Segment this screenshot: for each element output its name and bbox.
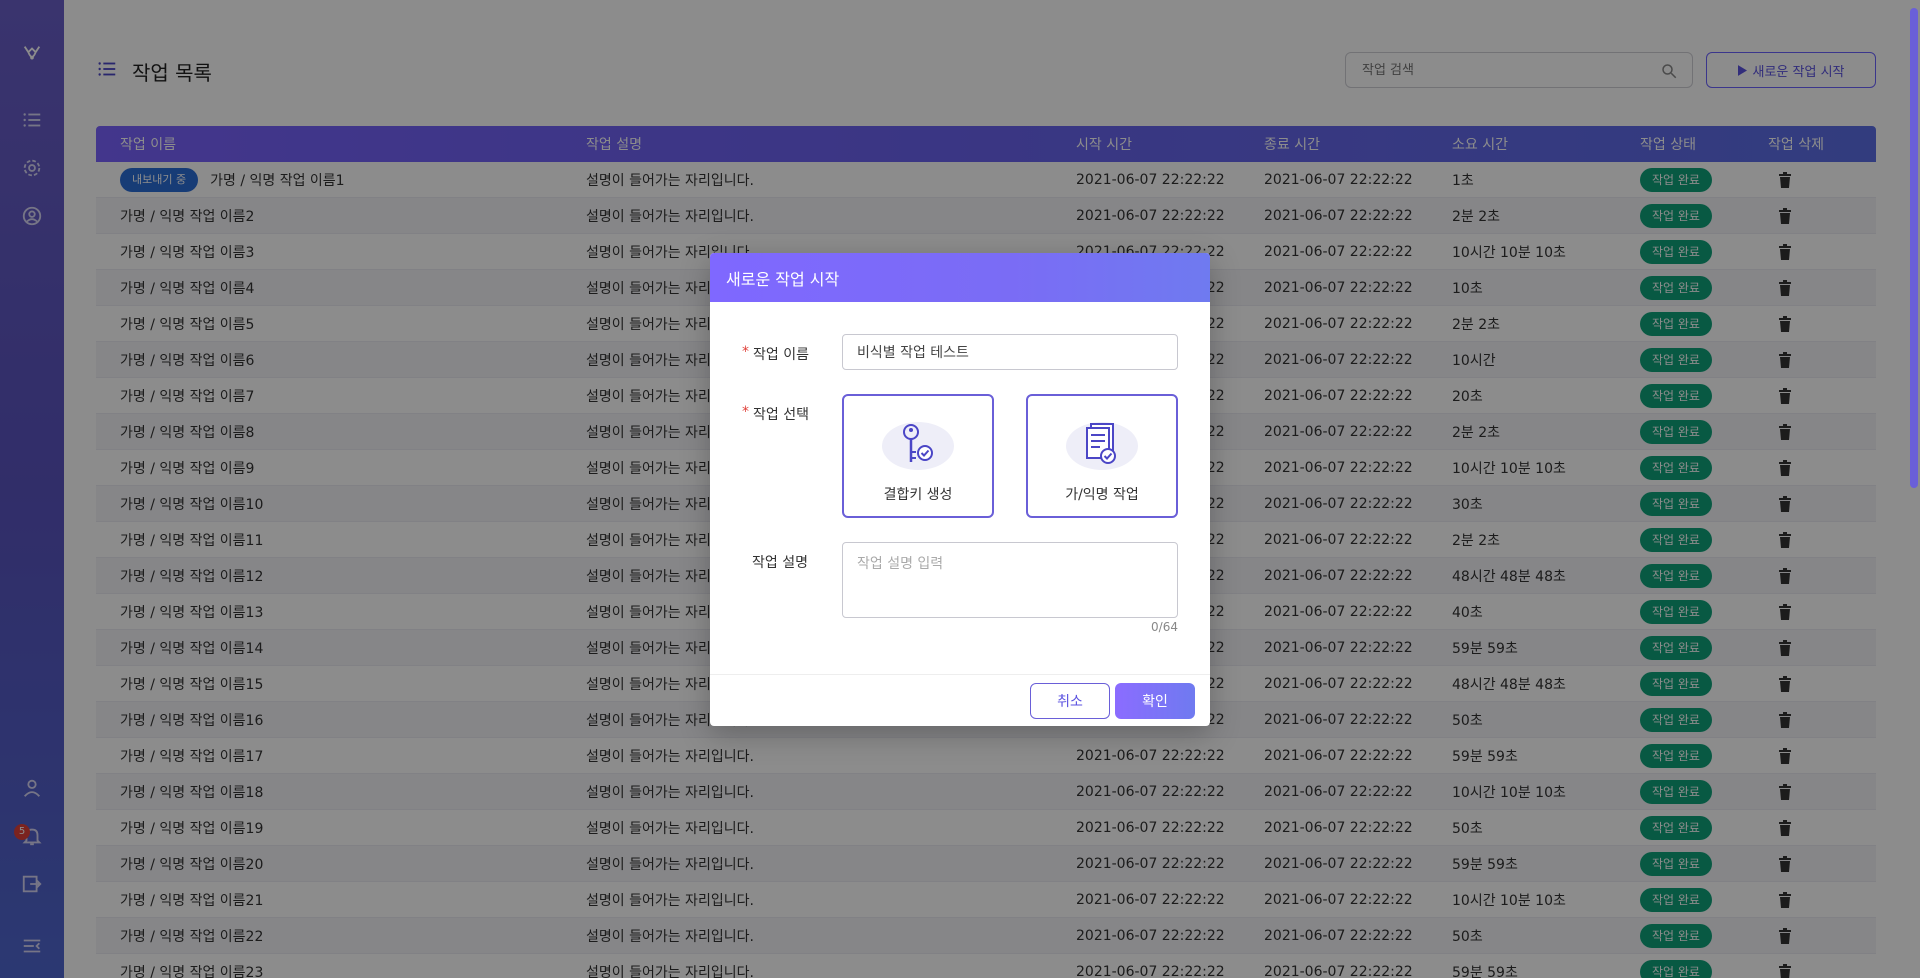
scrollbar[interactable] [1908,0,1920,978]
scrollbar-thumb[interactable] [1910,8,1918,488]
choice-label: 가/익명 작업 [1065,487,1139,503]
required-mark: * [742,344,749,360]
document-check-icon [1062,416,1142,472]
confirm-button[interactable]: 확인 [1115,683,1195,719]
new-task-modal: 새로운 작업 시작 * 작업 이름 비식별 작업 테스트 * 작업 선택 결합키… [710,253,1210,726]
task-name-input[interactable]: 비식별 작업 테스트 [842,334,1178,370]
desc-label: 작업 설명 [752,555,808,571]
cancel-button[interactable]: 취소 [1030,683,1110,719]
char-counter: 0/64 [1151,620,1178,634]
choice-combine-key[interactable]: 결합키 생성 [842,394,994,518]
required-mark: * [742,404,749,420]
key-check-icon [878,416,958,472]
type-label: 작업 선택 [753,407,809,423]
choice-pseudonym-task[interactable]: 가/익명 작업 [1026,394,1178,518]
name-label: 작업 이름 [753,347,809,363]
choice-label: 결합키 생성 [883,487,953,503]
modal-footer: 취소 확인 [710,674,1210,726]
task-description-input[interactable]: 작업 설명 입력 [842,542,1178,618]
modal-title: 새로운 작업 시작 [710,253,1210,302]
